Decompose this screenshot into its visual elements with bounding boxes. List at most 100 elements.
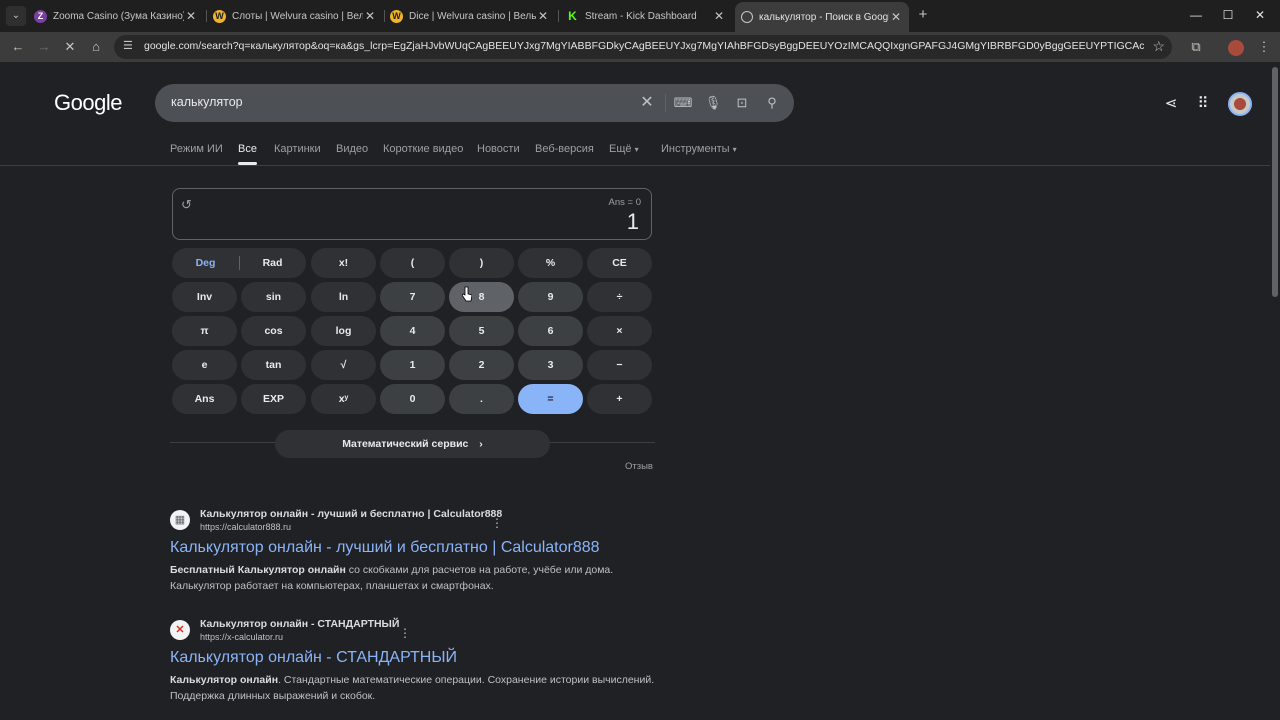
search-icon[interactable]: ⚲ <box>762 93 782 113</box>
result-title-link[interactable]: Калькулятор онлайн - СТАНДАРТНЫЙ <box>170 649 457 667</box>
tan-key[interactable]: tan <box>241 350 306 380</box>
euler-e-key[interactable]: e <box>172 350 237 380</box>
history-icon[interactable]: ↺ <box>181 197 192 213</box>
microphone-icon[interactable]: 🎙 <box>703 93 723 113</box>
exp-key[interactable]: EXP <box>241 384 306 414</box>
digit-0-key[interactable]: 0 <box>380 384 445 414</box>
result-site-name[interactable]: Калькулятор онлайн - СТАНДАРТНЫЙ <box>200 618 399 630</box>
address-bar[interactable]: ☰ google.com/search?q=калькулятор&oq=ка&… <box>114 35 1172 59</box>
apps-grid-icon[interactable]: ⠿ <box>1193 94 1213 114</box>
share-icon[interactable]: ⋖ <box>1161 94 1181 114</box>
tab-more[interactable]: Ещё ▾ <box>609 143 639 155</box>
tab-close-icon[interactable]: ✕ <box>889 10 903 24</box>
new-tab-plus-icon[interactable]: + <box>915 6 931 24</box>
digit-2-key[interactable]: 2 <box>449 350 514 380</box>
ans-key[interactable]: Ans <box>172 384 237 414</box>
browser-tab-zooma[interactable]: Z Zooma Casino (Зума Казино) о ✕ <box>28 2 204 30</box>
result-title-link[interactable]: Калькулятор онлайн - лучший и бесплатно … <box>170 539 600 557</box>
clear-search-icon[interactable]: ✕ <box>637 93 657 113</box>
tab-ai-mode[interactable]: Режим ИИ <box>170 143 223 155</box>
percent-key[interactable]: % <box>518 248 583 278</box>
feedback-link[interactable]: Отзыв <box>625 461 653 472</box>
digit-5-key[interactable]: 5 <box>449 316 514 346</box>
result-url[interactable]: https://x-calculator.ru <box>200 632 283 642</box>
forward-arrow-icon[interactable]: → <box>34 37 54 57</box>
tab-news[interactable]: Новости <box>477 143 520 155</box>
digit-9-key[interactable]: 9 <box>518 282 583 312</box>
digit-1-key[interactable]: 1 <box>380 350 445 380</box>
extensions-puzzle-icon[interactable]: ⧉ <box>1186 37 1206 57</box>
divide-key[interactable]: ÷ <box>587 282 652 312</box>
tab-video[interactable]: Видео <box>336 143 368 155</box>
tab-close-icon[interactable]: ✕ <box>184 9 198 23</box>
tab-search-chevron-icon[interactable]: ⌄ <box>6 6 26 26</box>
decimal-point-key[interactable]: . <box>449 384 514 414</box>
digit-4-key[interactable]: 4 <box>380 316 445 346</box>
digit-7-key[interactable]: 7 <box>380 282 445 312</box>
search-input[interactable]: калькулятор <box>171 95 243 109</box>
math-service-button[interactable]: Математический сервис › <box>275 430 550 458</box>
tab-label: калькулятор - Поиск в Google <box>759 11 889 23</box>
address-url[interactable]: google.com/search?q=калькулятор&oq=ка&gs… <box>144 40 1144 52</box>
cos-key[interactable]: cos <box>241 316 306 346</box>
factorial-key[interactable]: x! <box>311 248 376 278</box>
deg-button[interactable]: Deg <box>172 248 239 278</box>
tab-close-icon[interactable]: ✕ <box>536 9 550 23</box>
clear-entry-key[interactable]: CE <box>587 248 652 278</box>
tab-more-label: Ещё <box>609 143 632 155</box>
search-box[interactable]: калькулятор ✕ ⌨ 🎙 ⊡ ⚲ <box>155 84 794 122</box>
left-paren-key[interactable]: ( <box>380 248 445 278</box>
tab-label: Слоты | Welvura casino | Вельв <box>232 10 363 22</box>
sin-key[interactable]: sin <box>241 282 306 312</box>
browser-tab-welvura-dice[interactable]: W Dice | Welvura casino | Вельвур ✕ <box>384 2 556 30</box>
account-avatar[interactable] <box>1228 92 1252 116</box>
log-key[interactable]: log <box>311 316 376 346</box>
keyboard-icon[interactable]: ⌨ <box>673 93 693 113</box>
right-paren-key[interactable]: ) <box>449 248 514 278</box>
multiply-key[interactable]: × <box>587 316 652 346</box>
tab-short-video[interactable]: Короткие видео <box>383 143 463 155</box>
tab-images[interactable]: Картинки <box>274 143 321 155</box>
browser-tab-google-calc[interactable]: калькулятор - Поиск в Google ✕ <box>735 2 909 32</box>
result-site-name[interactable]: Калькулятор онлайн - лучший и бесплатно … <box>200 508 502 520</box>
profile-avatar-icon[interactable] <box>1226 37 1246 57</box>
result-more-options-icon[interactable]: ⋮ <box>399 626 411 640</box>
tab-close-icon[interactable]: ✕ <box>712 9 726 23</box>
minus-key[interactable]: − <box>587 350 652 380</box>
tab-all[interactable]: Все <box>238 143 257 165</box>
browser-menu-icon[interactable]: ⋮ <box>1254 37 1274 57</box>
result-more-options-icon[interactable]: ⋮ <box>491 516 503 530</box>
site-info-tune-icon[interactable]: ☰ <box>123 40 136 53</box>
pi-key[interactable]: π <box>172 316 237 346</box>
bookmark-star-icon[interactable]: ☆ <box>1152 38 1165 55</box>
browser-tab-kick[interactable]: K Stream - Kick Dashboard ✕ <box>560 2 732 30</box>
inv-key[interactable]: Inv <box>172 282 237 312</box>
scrollbar-thumb[interactable] <box>1272 67 1278 297</box>
back-arrow-icon[interactable]: ← <box>8 37 28 57</box>
google-logo[interactable]: Google <box>54 90 122 116</box>
ans-indicator: Ans = 0 <box>608 197 641 208</box>
digit-6-key[interactable]: 6 <box>518 316 583 346</box>
close-window-icon[interactable]: ✕ <box>1240 4 1280 26</box>
lens-camera-icon[interactable]: ⊡ <box>732 93 752 113</box>
page-scrollbar[interactable] <box>1270 62 1280 720</box>
result-url[interactable]: https://calculator888.ru <box>200 522 291 532</box>
rad-button[interactable]: Rad <box>239 248 306 278</box>
digit-3-key[interactable]: 3 <box>518 350 583 380</box>
nav-divider <box>0 165 1270 166</box>
tools-button[interactable]: Инструменты ▾ <box>661 143 737 155</box>
sqrt-key[interactable]: √ <box>311 350 376 380</box>
tab-label: Dice | Welvura casino | Вельвур <box>409 10 536 22</box>
ln-key[interactable]: ln <box>311 282 376 312</box>
deg-rad-toggle: Deg Rad <box>172 248 306 278</box>
tab-web[interactable]: Веб-версия <box>535 143 594 155</box>
digit-8-key[interactable]: 8 <box>449 282 514 312</box>
browser-tab-welvura-slots[interactable]: W Слоты | Welvura casino | Вельв ✕ <box>207 2 383 30</box>
power-key[interactable]: xʸ <box>311 384 376 414</box>
tab-close-icon[interactable]: ✕ <box>363 9 377 23</box>
equals-key[interactable]: = <box>518 384 583 414</box>
google-results-page: Google калькулятор ✕ ⌨ 🎙 ⊡ ⚲ ⋖ ⠿ Режим И… <box>0 62 1270 720</box>
stop-loading-icon[interactable]: ✕ <box>60 37 80 57</box>
home-icon[interactable]: ⌂ <box>86 37 106 57</box>
plus-key[interactable]: + <box>587 384 652 414</box>
